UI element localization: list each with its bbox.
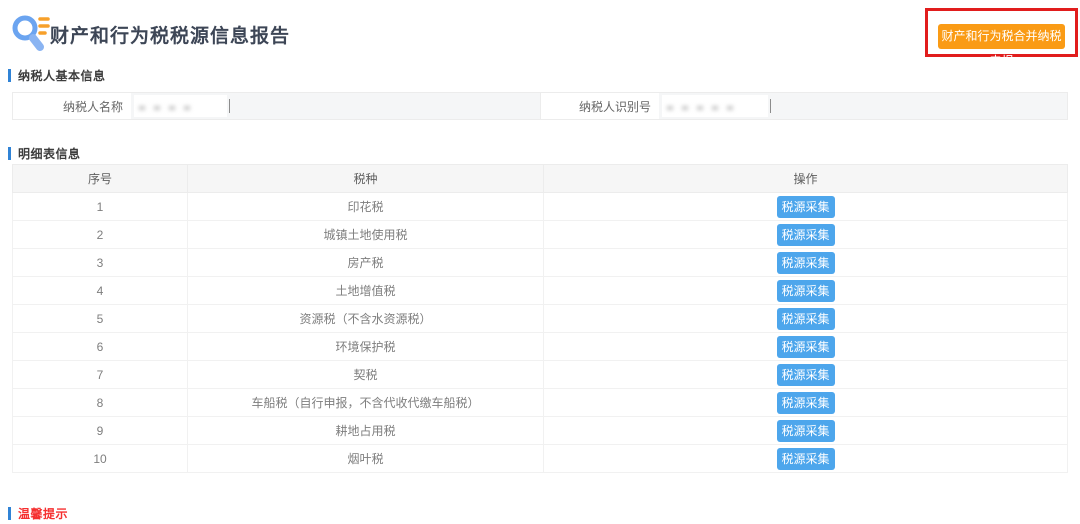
row-action-cell: 税源采集 bbox=[544, 361, 1068, 389]
section-accent-bar bbox=[8, 147, 11, 160]
table-row: 6 环境保护税 税源采集 bbox=[13, 333, 1068, 361]
tax-source-collect-button[interactable]: 税源采集 bbox=[777, 224, 835, 246]
row-tax-type: 房产税 bbox=[188, 249, 544, 277]
field-caret bbox=[770, 99, 771, 113]
page-title: 财产和行为税税源信息报告 bbox=[50, 21, 290, 48]
tax-source-collect-button[interactable]: 税源采集 bbox=[777, 280, 835, 302]
row-action-cell: 税源采集 bbox=[544, 221, 1068, 249]
row-action-cell: 税源采集 bbox=[544, 305, 1068, 333]
row-action-cell: 税源采集 bbox=[544, 445, 1068, 473]
taxpayer-name-field bbox=[131, 93, 541, 119]
basic-info-section-header: 纳税人基本信息 bbox=[8, 68, 106, 82]
detail-section-title: 明细表信息 bbox=[18, 145, 81, 162]
detail-section-header: 明细表信息 bbox=[8, 146, 81, 160]
row-tax-type: 城镇土地使用税 bbox=[188, 221, 544, 249]
row-tax-type: 契税 bbox=[188, 361, 544, 389]
tax-source-collect-button[interactable]: 税源采集 bbox=[777, 196, 835, 218]
table-row: 4 土地增值税 税源采集 bbox=[13, 277, 1068, 305]
red-highlight-annotation: 财产和行为税合并纳税申报 bbox=[925, 8, 1078, 57]
row-tax-type: 资源税（不含水资源税） bbox=[188, 305, 544, 333]
row-no: 8 bbox=[13, 389, 188, 417]
row-tax-type: 烟叶税 bbox=[188, 445, 544, 473]
taxpayer-name-label: 纳税人名称 bbox=[13, 93, 131, 119]
section-accent-bar bbox=[8, 69, 11, 82]
tax-source-collect-button[interactable]: 税源采集 bbox=[777, 336, 835, 358]
row-tax-type: 车船税（自行申报，不含代收代缴车船税） bbox=[188, 389, 544, 417]
row-no: 7 bbox=[13, 361, 188, 389]
row-tax-type: 环境保护税 bbox=[188, 333, 544, 361]
table-header-row: 序号 税种 操作 bbox=[13, 165, 1068, 193]
col-header-tax: 税种 bbox=[188, 165, 544, 193]
taxpayer-basic-info-row: 纳税人名称 纳税人识别号 bbox=[12, 92, 1068, 120]
redacted-taxpayer-name bbox=[134, 95, 227, 117]
tax-source-collect-button[interactable]: 税源采集 bbox=[777, 420, 835, 442]
field-caret bbox=[229, 99, 230, 113]
row-tax-type: 印花税 bbox=[188, 193, 544, 221]
merged-tax-declaration-button[interactable]: 财产和行为税合并纳税申报 bbox=[938, 24, 1065, 49]
tax-type-table: 序号 税种 操作 1 印花税 税源采集 2 城镇土地使用税 税源采集 3 房产税… bbox=[12, 164, 1068, 473]
table-row: 1 印花税 税源采集 bbox=[13, 193, 1068, 221]
row-no: 3 bbox=[13, 249, 188, 277]
tax-source-collect-button[interactable]: 税源采集 bbox=[777, 252, 835, 274]
row-action-cell: 税源采集 bbox=[544, 193, 1068, 221]
table-row: 8 车船税（自行申报，不含代收代缴车船税） 税源采集 bbox=[13, 389, 1068, 417]
row-action-cell: 税源采集 bbox=[544, 277, 1068, 305]
section-accent-bar bbox=[8, 507, 11, 520]
col-header-no: 序号 bbox=[13, 165, 188, 193]
table-row: 7 契税 税源采集 bbox=[13, 361, 1068, 389]
col-header-action: 操作 bbox=[544, 165, 1068, 193]
row-no: 10 bbox=[13, 445, 188, 473]
tax-source-collect-button[interactable]: 税源采集 bbox=[777, 392, 835, 414]
row-no: 2 bbox=[13, 221, 188, 249]
redacted-taxpayer-id bbox=[662, 95, 768, 117]
row-tax-type: 土地增值税 bbox=[188, 277, 544, 305]
table-row: 3 房产税 税源采集 bbox=[13, 249, 1068, 277]
row-no: 1 bbox=[13, 193, 188, 221]
tax-source-collect-button[interactable]: 税源采集 bbox=[777, 308, 835, 330]
table-row: 5 资源税（不含水资源税） 税源采集 bbox=[13, 305, 1068, 333]
tax-source-collect-button[interactable]: 税源采集 bbox=[777, 448, 835, 470]
row-action-cell: 税源采集 bbox=[544, 249, 1068, 277]
tips-section-header: 温馨提示 bbox=[8, 506, 68, 520]
tax-source-collect-button[interactable]: 税源采集 bbox=[777, 364, 835, 386]
search-list-icon bbox=[10, 12, 50, 54]
taxpayer-id-field bbox=[659, 93, 1067, 119]
tax-source-report-page: 财产和行为税税源信息报告 财产和行为税合并纳税申报 纳税人基本信息 纳税人名称 … bbox=[0, 0, 1080, 524]
table-row: 2 城镇土地使用税 税源采集 bbox=[13, 221, 1068, 249]
table-row: 10 烟叶税 税源采集 bbox=[13, 445, 1068, 473]
row-no: 5 bbox=[13, 305, 188, 333]
row-action-cell: 税源采集 bbox=[544, 389, 1068, 417]
row-no: 9 bbox=[13, 417, 188, 445]
basic-info-section-title: 纳税人基本信息 bbox=[18, 67, 106, 84]
table-row: 9 耕地占用税 税源采集 bbox=[13, 417, 1068, 445]
tips-section-title: 温馨提示 bbox=[18, 505, 68, 522]
row-no: 6 bbox=[13, 333, 188, 361]
row-tax-type: 耕地占用税 bbox=[188, 417, 544, 445]
row-action-cell: 税源采集 bbox=[544, 333, 1068, 361]
row-action-cell: 税源采集 bbox=[544, 417, 1068, 445]
taxpayer-id-label: 纳税人识别号 bbox=[541, 93, 659, 119]
row-no: 4 bbox=[13, 277, 188, 305]
